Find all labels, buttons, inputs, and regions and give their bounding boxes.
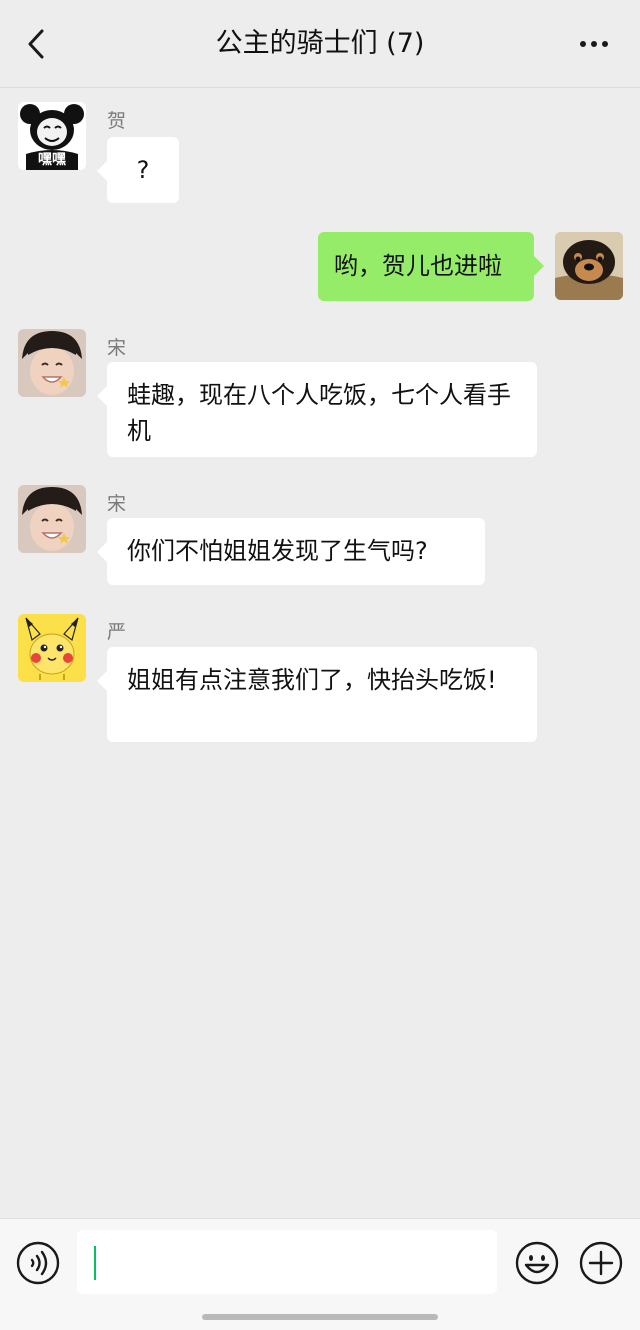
more-dots-icon — [580, 41, 608, 47]
voice-icon — [16, 1241, 60, 1285]
sender-name: 贺 — [107, 110, 127, 132]
boy-photo-avatar[interactable] — [18, 485, 86, 553]
plus-circle-icon — [579, 1241, 623, 1285]
more-button[interactable] — [572, 26, 616, 62]
emoji-icon — [515, 1241, 559, 1285]
voice-button[interactable] — [16, 1241, 60, 1285]
boy-photo-avatar[interactable] — [18, 329, 86, 397]
avatar-caption: 嘿嘿 — [38, 152, 66, 168]
sender-name: 严 — [107, 621, 127, 643]
sender-name: 宋 — [107, 337, 127, 359]
message-bubble[interactable]: 你们不怕姐姐发现了生气吗? — [97, 518, 485, 585]
back-button[interactable] — [16, 22, 56, 66]
message-bubble-self[interactable]: 哟，贺儿也进啦 — [318, 232, 544, 301]
chevron-left-icon — [28, 29, 44, 59]
chat-title: 公主的骑士们 (7) — [215, 28, 425, 59]
message-bubble[interactable]: ? — [97, 137, 179, 203]
more-actions-button[interactable] — [579, 1241, 623, 1285]
dog-avatar[interactable] — [555, 232, 623, 300]
pikachu-avatar[interactable] — [18, 614, 86, 682]
panda-meme-avatar[interactable]: 嘿嘿 — [18, 102, 86, 170]
home-indicator[interactable] — [202, 1314, 438, 1320]
sender-name: 宋 — [107, 493, 127, 515]
chat-header: 公主的骑士们 (7) — [0, 0, 640, 88]
message-bubble[interactable]: 姐姐有点注意我们了，快抬头吃饭! — [97, 647, 537, 742]
message-bubble[interactable]: 蛙趣，现在八个人吃饭，七个人看手机 — [97, 362, 537, 457]
message-input[interactable] — [77, 1230, 497, 1294]
emoji-button[interactable] — [515, 1241, 559, 1285]
text-caret — [94, 1246, 96, 1280]
